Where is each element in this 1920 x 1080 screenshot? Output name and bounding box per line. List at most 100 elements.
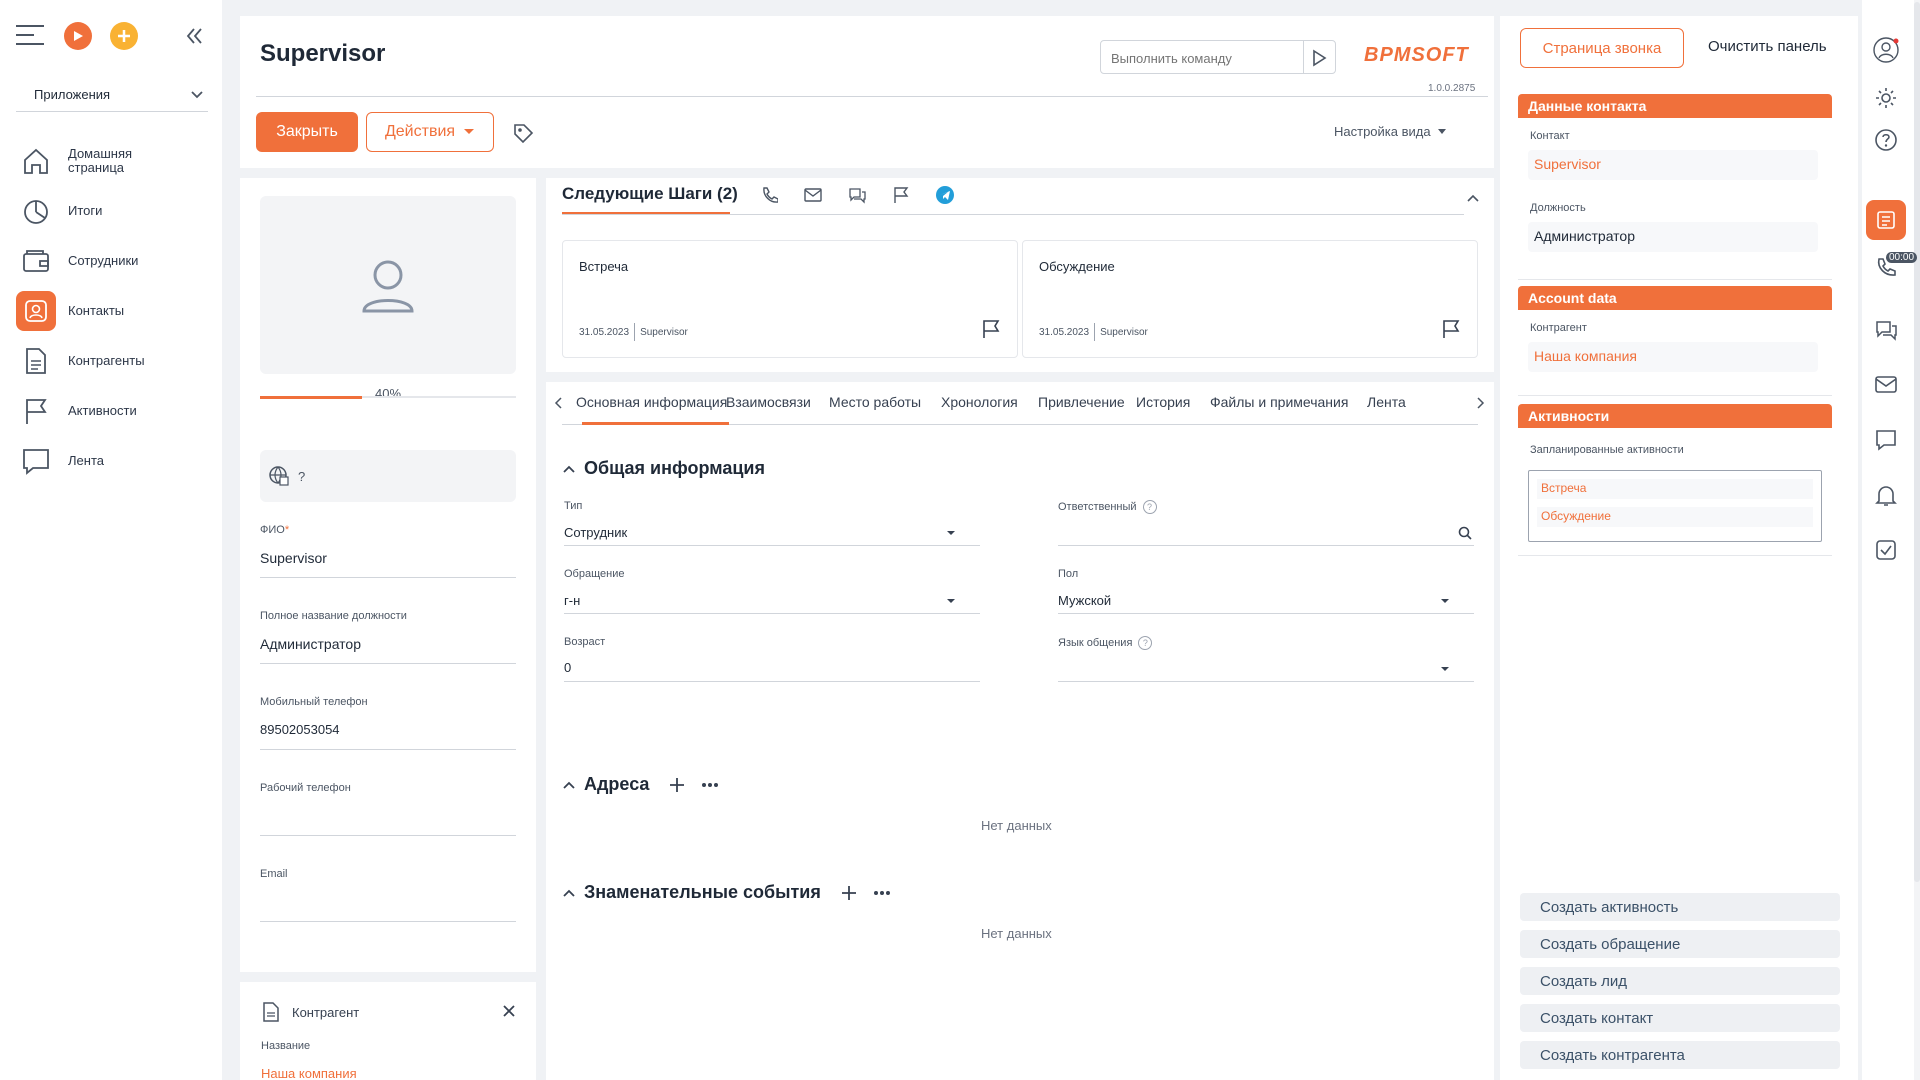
- activity-link[interactable]: Обсуждение: [1537, 507, 1813, 527]
- field-value[interactable]: [260, 894, 516, 922]
- run-command-icon[interactable]: [1309, 48, 1329, 68]
- tabs-scroll-left-icon[interactable]: [552, 396, 566, 410]
- owner-field[interactable]: Ответственный ?: [1058, 500, 1474, 546]
- salutation-field[interactable]: Обращение г-н: [564, 568, 980, 614]
- tab-feed[interactable]: Лента: [1367, 394, 1406, 410]
- plus-icon[interactable]: [841, 885, 857, 901]
- job-title-field[interactable]: Полное название должности Администратор: [260, 610, 516, 664]
- language-select[interactable]: [1058, 656, 1474, 682]
- email-icon[interactable]: [804, 187, 822, 203]
- gender-field[interactable]: Пол Мужской: [1058, 568, 1474, 614]
- user-profile-icon[interactable]: [1866, 30, 1906, 70]
- plus-icon[interactable]: [669, 777, 685, 793]
- search-icon[interactable]: [1458, 526, 1472, 540]
- menu-icon[interactable]: [16, 24, 44, 46]
- notifications-icon[interactable]: [1866, 476, 1906, 516]
- play-icon[interactable]: [64, 22, 92, 50]
- create-case-button[interactable]: Создать обращение: [1520, 930, 1840, 958]
- chat-bubbles-icon[interactable]: [848, 186, 866, 204]
- next-step-card[interactable]: Встреча 31.05.2023 Supervisor: [562, 240, 1018, 358]
- account-name-link[interactable]: Наша компания: [261, 1066, 357, 1080]
- chevron-up-icon[interactable]: [1466, 190, 1480, 202]
- more-icon[interactable]: [701, 782, 719, 788]
- email-field[interactable]: Email: [260, 868, 516, 922]
- tab-job[interactable]: Место работы: [829, 394, 921, 410]
- language-field[interactable]: Язык общения ?: [1058, 636, 1474, 682]
- tasks-icon[interactable]: [1866, 530, 1906, 570]
- field-value[interactable]: Supervisor: [260, 550, 516, 578]
- close-button[interactable]: Закрыть: [256, 112, 358, 152]
- help-icon[interactable]: ?: [1142, 500, 1157, 514]
- location-block[interactable]: ?: [260, 450, 516, 502]
- contact-icon: [16, 291, 56, 331]
- flag-icon[interactable]: [892, 186, 910, 204]
- age-field[interactable]: Возраст 0: [564, 636, 980, 682]
- settings-icon[interactable]: [1866, 78, 1906, 118]
- tab-main-info[interactable]: Основная информация: [576, 394, 727, 410]
- type-field[interactable]: Тип Сотрудник: [564, 500, 980, 546]
- owner-lookup[interactable]: [1058, 520, 1474, 546]
- general-info-header[interactable]: Общая информация: [562, 458, 765, 479]
- addresses-header[interactable]: Адреса: [562, 774, 719, 795]
- gender-select[interactable]: Мужской: [1058, 588, 1474, 614]
- nav-item-home[interactable]: Домашняя страница: [16, 141, 212, 181]
- feed-icon[interactable]: [1866, 420, 1906, 460]
- tab-files[interactable]: Файлы и примечания: [1210, 394, 1348, 410]
- phone-icon[interactable]: [760, 186, 779, 204]
- command-line[interactable]: [1100, 40, 1336, 74]
- activity-link[interactable]: Встреча: [1537, 479, 1813, 499]
- apps-dropdown[interactable]: Приложения: [16, 78, 208, 112]
- account-link[interactable]: Наша компания: [1528, 342, 1818, 372]
- close-icon[interactable]: [502, 1004, 516, 1018]
- tab-history[interactable]: История: [1136, 394, 1190, 410]
- command-input[interactable]: [1111, 47, 1291, 69]
- nav-item-contacts[interactable]: Контакты: [16, 291, 212, 331]
- telegram-icon[interactable]: [936, 186, 954, 204]
- type-select[interactable]: Сотрудник: [564, 520, 980, 546]
- tag-icon[interactable]: [512, 122, 534, 144]
- actions-button[interactable]: Действия: [366, 112, 494, 152]
- chat-bubbles-icon[interactable]: [1866, 310, 1906, 350]
- nav-item-employees[interactable]: Сотрудники: [16, 241, 212, 281]
- email-icon[interactable]: [1866, 364, 1906, 404]
- collapse-icon[interactable]: [184, 26, 204, 46]
- scrollbar-thumb[interactable]: [1914, 2, 1920, 882]
- call-icon[interactable]: 00:00: [1866, 248, 1918, 288]
- scrollbar[interactable]: [1914, 0, 1920, 1080]
- view-settings-button[interactable]: Настройка вида: [1334, 124, 1447, 139]
- communication-panel-icon[interactable]: [1866, 200, 1906, 240]
- tab-connections[interactable]: Взаимосвязи: [726, 394, 811, 410]
- next-step-card[interactable]: Обсуждение 31.05.2023 Supervisor: [1022, 240, 1478, 358]
- flag-icon[interactable]: [1441, 319, 1461, 339]
- tab-timeline[interactable]: Хронология: [941, 394, 1018, 410]
- contact-link[interactable]: Supervisor: [1528, 150, 1818, 180]
- create-lead-button[interactable]: Создать лид: [1520, 967, 1840, 995]
- events-header[interactable]: Знаменательные события: [562, 882, 891, 903]
- call-page-button[interactable]: Страница звонка: [1520, 28, 1684, 68]
- nav-item-feed[interactable]: Лента: [16, 441, 212, 481]
- contact-photo[interactable]: [260, 196, 516, 374]
- help-icon[interactable]: ?: [1138, 636, 1153, 650]
- mobile-phone-field[interactable]: Мобильный телефон 89502053054: [260, 696, 516, 750]
- field-value[interactable]: Администратор: [260, 636, 516, 664]
- more-icon[interactable]: [873, 890, 891, 896]
- nav-item-dashboards[interactable]: Итоги: [16, 191, 212, 231]
- full-name-field[interactable]: ФИО* Supervisor: [260, 524, 516, 578]
- create-account-button[interactable]: Создать контрагента: [1520, 1041, 1840, 1069]
- nav-item-activities[interactable]: Активности: [16, 391, 212, 431]
- divider: [562, 214, 1464, 215]
- field-value[interactable]: [260, 808, 516, 836]
- add-icon[interactable]: [110, 22, 138, 50]
- clear-panel-button[interactable]: Очистить панель: [1708, 38, 1827, 55]
- nav-item-accounts[interactable]: Контрагенты: [16, 341, 212, 381]
- flag-icon[interactable]: [981, 319, 1001, 339]
- work-phone-field[interactable]: Рабочий телефон: [260, 782, 516, 836]
- create-contact-button[interactable]: Создать контакт: [1520, 1004, 1840, 1032]
- salutation-select[interactable]: г-н: [564, 588, 980, 614]
- create-activity-button[interactable]: Создать активность: [1520, 893, 1840, 921]
- tabs-scroll-right-icon[interactable]: [1473, 396, 1487, 410]
- mobile-phone-link[interactable]: 89502053054: [260, 722, 516, 750]
- tab-attraction[interactable]: Привлечение: [1038, 394, 1125, 410]
- field-value[interactable]: 0: [564, 656, 980, 682]
- help-icon[interactable]: [1866, 120, 1906, 160]
